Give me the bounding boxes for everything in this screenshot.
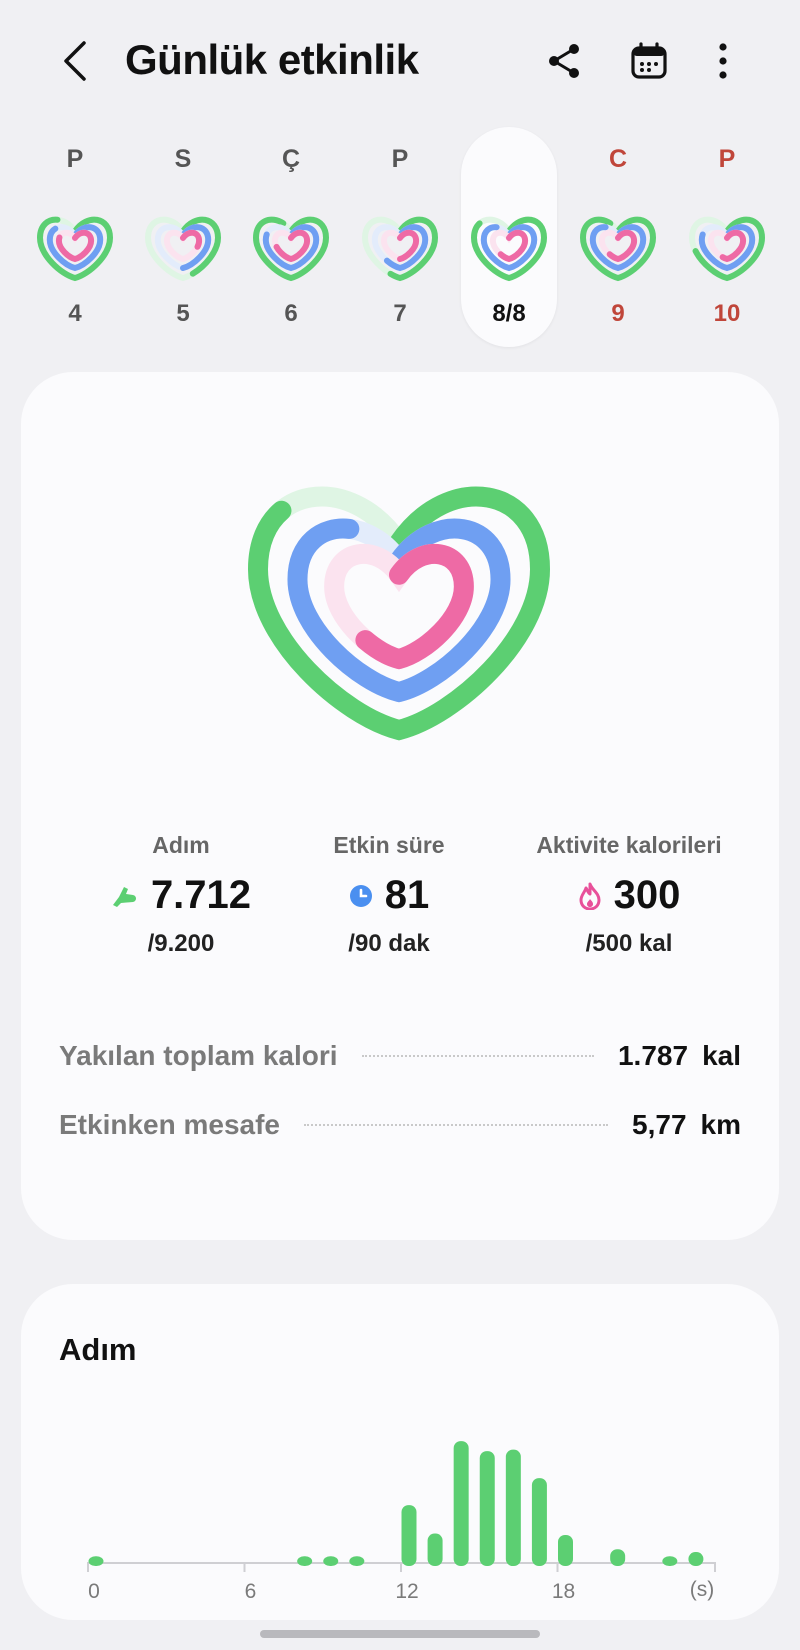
day-number: 4 — [68, 300, 82, 327]
share-icon — [549, 44, 579, 78]
chart-bar-hour-12[interactable] — [401, 1505, 417, 1566]
day-activity-rings — [688, 216, 766, 282]
calories-ring — [324, 543, 474, 670]
activity-calories-goal: /500 kal — [585, 930, 673, 957]
total-calories-label: Yakılan toplam kalori — [59, 1040, 338, 1071]
activity-calories-label: Aktivite kalorileri — [536, 832, 722, 858]
day-activity-rings — [36, 216, 114, 282]
day-number: 8/8 — [492, 300, 526, 327]
steps-label: Adım — [152, 832, 210, 858]
page-title: Günlük etkinlik — [125, 36, 419, 83]
shoe-icon — [112, 886, 136, 907]
active-time-goal: /90 dak — [348, 930, 430, 957]
chart-bar-hour-0[interactable] — [88, 1556, 104, 1566]
share-button[interactable] — [541, 38, 587, 84]
day-label: P — [718, 145, 736, 173]
active-time-value: 81 — [384, 873, 430, 917]
x-tick-label: 6 — [245, 1580, 257, 1603]
chart-bar-hour-13[interactable] — [427, 1533, 443, 1566]
distance-row: Etkinken mesafe 5,77 km — [59, 1105, 741, 1145]
day-number: 9 — [611, 300, 625, 327]
day-number: 6 — [284, 300, 298, 327]
day-label: C — [608, 145, 628, 173]
calories-ring — [55, 229, 95, 263]
chart-bar-hour-14[interactable] — [453, 1441, 469, 1566]
chart-bar-hour-10[interactable] — [349, 1556, 365, 1566]
calendar-button[interactable] — [626, 38, 672, 84]
distance-label: Etkinken mesafe — [59, 1109, 280, 1140]
day-number: 7 — [393, 300, 407, 327]
total-calories-value: 1.787 — [617, 1040, 689, 1071]
activity-calories-value: 300 — [613, 873, 681, 917]
activity-rings-heart — [247, 486, 551, 741]
day-activity-rings — [252, 216, 330, 282]
day-label: P — [391, 145, 409, 173]
calories-ring — [271, 229, 311, 263]
day-activity-rings — [470, 216, 548, 282]
steps-stat: Adım 7.712 /9.200 — [61, 832, 301, 958]
day-number: 5 — [176, 300, 190, 327]
calendar-icon — [631, 42, 667, 79]
x-tick-label: 18 — [552, 1580, 575, 1603]
day-item-8-8[interactable]: C 8/8 — [461, 127, 557, 347]
chart-bar-hour-18[interactable] — [558, 1534, 573, 1566]
active-time-stat: Etkin süre 81 /90 dak — [279, 832, 499, 958]
day-activity-rings — [579, 216, 657, 282]
back-button[interactable] — [55, 35, 95, 87]
chart-bar-hour-20[interactable] — [610, 1549, 626, 1566]
dotted-leader — [304, 1124, 609, 1126]
day-item-9[interactable]: C 9 — [568, 135, 668, 355]
week-selector: P 4S 5Ç 6P 7C 8/8C 9P 10 — [0, 127, 800, 355]
day-item-7[interactable]: P 7 — [350, 135, 450, 355]
total-calories-unit: kal — [702, 1040, 741, 1071]
total-calories-row: Yakılan toplam kalori 1.787 kal — [59, 1036, 741, 1076]
more-vertical-icon — [719, 43, 727, 79]
day-label: Ç — [281, 145, 301, 173]
steps-goal: /9.200 — [147, 930, 215, 957]
steps-value: 7.712 — [150, 873, 252, 917]
day-item-4[interactable]: P 4 — [25, 135, 125, 355]
flame-icon — [579, 882, 601, 910]
chevron-left-icon — [64, 41, 86, 81]
steps-chart-card[interactable]: Adım 0 6 12 18 (s) — [21, 1284, 779, 1620]
chart-bar-hour-8[interactable] — [297, 1556, 313, 1566]
chart-bar-hour-9[interactable] — [323, 1556, 339, 1566]
chart-bar-hour-16[interactable] — [505, 1449, 521, 1566]
chart-bar-hour-23[interactable] — [688, 1552, 704, 1566]
chart-bar-hour-15[interactable] — [479, 1451, 495, 1566]
day-label: S — [174, 145, 192, 173]
activity-calories-stat: Aktivite kalorileri 300 /500 kal — [499, 832, 759, 958]
x-tick-label: 12 — [395, 1580, 418, 1603]
day-item-5[interactable]: S 5 — [133, 135, 233, 355]
day-item-10[interactable]: P 10 — [677, 135, 777, 355]
distance-value: 5,77 — [632, 1109, 687, 1140]
chart-bar-hour-17[interactable] — [531, 1478, 547, 1566]
active-time-label: Etkin süre — [333, 832, 445, 858]
distance-unit: km — [700, 1109, 741, 1140]
day-number: 10 — [713, 300, 741, 327]
x-axis-unit-label: (s) — [690, 1578, 715, 1601]
x-tick-label: 0 — [88, 1580, 100, 1603]
header-bar: Günlük etkinlik — [0, 0, 800, 120]
day-activity-rings — [361, 216, 439, 282]
more-options-button[interactable] — [700, 38, 746, 84]
daily-activity-card: Adım 7.712 /9.200 Etkin süre 81 /90 dak … — [21, 372, 779, 1240]
day-activity-rings — [144, 216, 222, 282]
day-label: P — [66, 145, 84, 173]
home-indicator[interactable] — [260, 1630, 540, 1638]
chart-bar-hour-22[interactable] — [662, 1556, 678, 1566]
steps-bar-chart: 0 6 12 18 (s) — [87, 1441, 716, 1603]
day-item-6[interactable]: Ç 6 — [241, 135, 341, 355]
clock-icon — [349, 884, 372, 907]
dotted-leader — [361, 1055, 594, 1057]
